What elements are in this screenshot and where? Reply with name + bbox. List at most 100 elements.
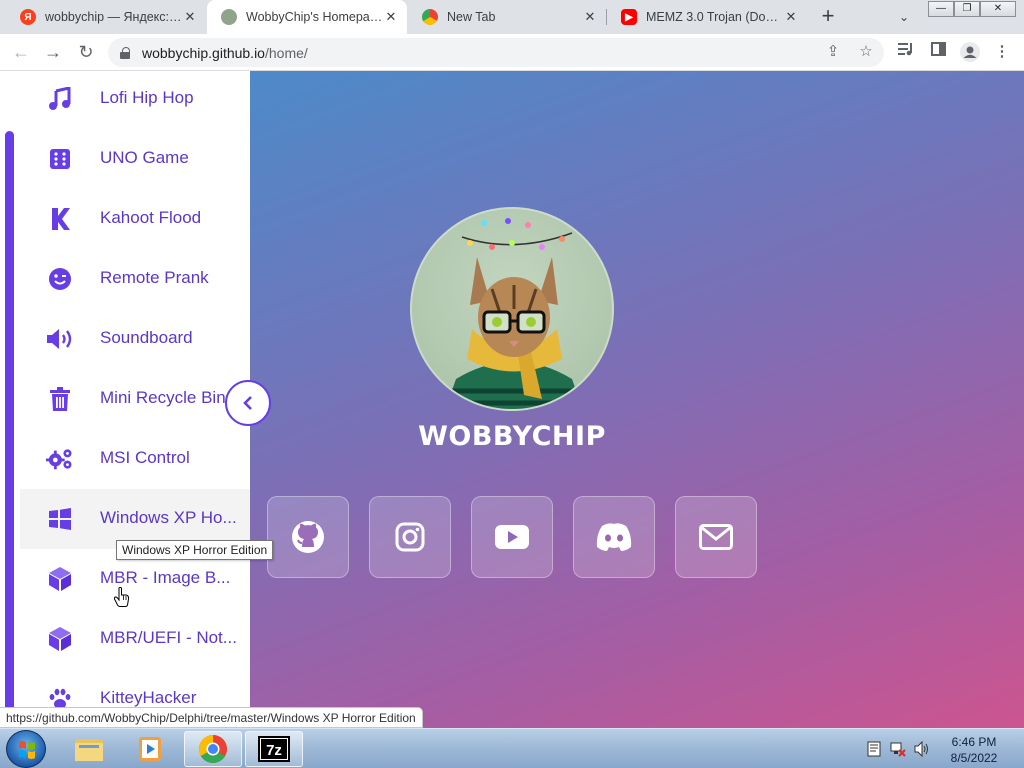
sidebar-item-label: MBR/UEFI - Not... [100,628,237,647]
tab-title: wobbychip — Яндекс: на [45,10,182,24]
windows-icon [46,507,74,531]
music-note-icon [46,87,74,111]
tab-memz[interactable]: ▶ MEMZ 3.0 Trojan (Downlo ✕ [607,0,807,34]
hero-background [250,71,1024,728]
clock-time: 6:46 PM [951,735,997,749]
profile-avatar [410,207,614,411]
trash-icon [46,387,74,411]
sidebar-item-msi-control[interactable]: MSI Control [20,429,250,489]
7zip-icon: 7z [258,736,290,762]
media-control-icon[interactable] [896,42,916,62]
chrome-icon [422,9,438,25]
sidebar-item-label: UNO Game [100,148,189,167]
sidebar-item-kahoot-flood[interactable]: Kahoot Flood [20,189,250,249]
lock-icon[interactable] [120,46,132,59]
cube-icon [46,627,74,651]
kahoot-icon [46,207,74,231]
mail-icon [699,524,733,550]
tab-strip: Я wobbychip — Яндекс: на ✕ WobbyChip's H… [0,0,1024,34]
sidebar-item-label: MBR - Image B... [100,568,231,587]
sidebar-item-remote-prank[interactable]: Remote Prank [20,249,250,309]
speaker-icon [46,327,74,351]
dice-icon [46,147,74,171]
tab-title: WobbyChip's Homepage [246,10,383,24]
network-icon[interactable] [890,741,906,757]
windows-logo-icon [19,741,35,759]
address-path: /home/ [264,44,308,61]
folder-icon [75,739,103,761]
profile-icon[interactable] [960,42,980,62]
close-icon[interactable]: ✕ [582,9,598,25]
forward-button[interactable]: → [41,40,65,64]
sidebar-item-soundboard[interactable]: Soundboard [20,309,250,369]
sidebar-item-label: Mini Recycle Bin [100,388,226,407]
sidebar-item-label: Remote Prank [100,268,209,287]
cube-icon [46,567,74,591]
youtube-icon [495,525,529,549]
sidebar-item-label: MSI Control [100,448,190,467]
sidebar-item-label: Soundboard [100,328,193,347]
discord-icon [596,523,632,551]
sidebar: Lofi Hip Hop UNO Game Kahoot Flood Remot… [0,71,250,728]
share-icon[interactable]: ⇪ [823,42,843,62]
status-bar-url: https://github.com/WobbyChip/Delphi/tree… [0,707,423,728]
taskbar-media-player[interactable] [121,731,179,767]
yandex-icon: Я [20,9,36,25]
tab-yandex[interactable]: Я wobbychip — Яндекс: на ✕ [6,0,206,34]
sidebar-item-label: Lofi Hip Hop [100,88,194,107]
system-clock[interactable]: 6:46 PM 8/5/2022 [934,734,1014,766]
discord-button[interactable] [573,496,655,578]
clock-date: 8/5/2022 [950,751,998,765]
action-center-icon[interactable] [866,741,882,757]
svg-text:7z: 7z [266,742,282,759]
taskbar-chrome[interactable] [184,731,242,767]
gears-icon [46,447,74,471]
hand-cursor-icon [113,587,130,612]
volume-icon[interactable] [914,741,930,757]
sidebar-item-label: KitteyHacker [100,688,197,707]
sidebar-item-label: Windows XP Ho... [100,508,237,527]
new-tab-button[interactable]: + [816,5,840,29]
reload-button[interactable]: ↻ [74,40,98,64]
back-button[interactable]: ← [9,40,33,64]
github-button[interactable] [267,496,349,578]
tab-new[interactable]: New Tab ✕ [408,0,606,34]
menu-kebab-icon[interactable]: ⋮ [992,42,1012,62]
browser-toolbar: ← → ↻ wobbychip.github.io/home/ ⇪ ☆ ⋮ [0,34,1024,71]
star-icon[interactable]: ☆ [856,42,876,62]
sidebar-item-mbr-uefi[interactable]: MBR/UEFI - Not... [20,609,250,669]
restore-button[interactable]: ❐ [954,1,980,17]
tab-title: New Tab [447,10,496,24]
youtube-button[interactable] [471,496,553,578]
screen: Я wobbychip — Яндекс: на ✕ WobbyChip's H… [0,0,1024,768]
tab-wobbychip[interactable]: WobbyChip's Homepage ✕ [207,0,407,34]
instagram-icon [395,522,425,552]
address-bar[interactable]: wobbychip.github.io/home/ [108,38,884,67]
brand-name: WOBBYCHIP [418,421,606,452]
chevron-down-icon[interactable]: ⌄ [894,7,914,27]
tooltip: Windows XP Horror Edition [116,540,274,560]
sidebar-item-mini-recycle-bin[interactable]: Mini Recycle Bin [20,369,250,429]
taskbar-7zip[interactable]: 7z [245,731,303,767]
cat-avatar-icon [221,9,237,25]
side-panel-icon[interactable] [928,42,948,62]
sidebar-item-label: Kahoot Flood [100,208,202,227]
close-icon[interactable]: ✕ [182,9,198,25]
close-window-button[interactable]: ✕ [980,1,1016,17]
sidebar-scrollbar[interactable] [5,131,14,721]
close-icon[interactable]: ✕ [783,9,799,25]
sidebar-item-uno-game[interactable]: UNO Game [20,129,250,189]
email-button[interactable] [675,496,757,578]
start-button[interactable] [6,730,46,768]
sidebar-item-lofi-hip-hop[interactable]: Lofi Hip Hop [20,71,250,129]
address-domain: wobbychip.github.io [142,44,265,61]
minimize-button[interactable]: — [928,1,954,17]
instagram-button[interactable] [369,496,451,578]
taskbar-explorer[interactable] [60,731,118,767]
sidebar-collapse-button[interactable] [225,380,271,426]
youtube-icon: ▶ [621,9,637,25]
close-icon[interactable]: ✕ [383,9,399,25]
github-icon [292,521,324,553]
taskbar: 7z 6:46 PM 8/5/2022 [0,728,1024,768]
wink-face-icon [46,267,74,291]
